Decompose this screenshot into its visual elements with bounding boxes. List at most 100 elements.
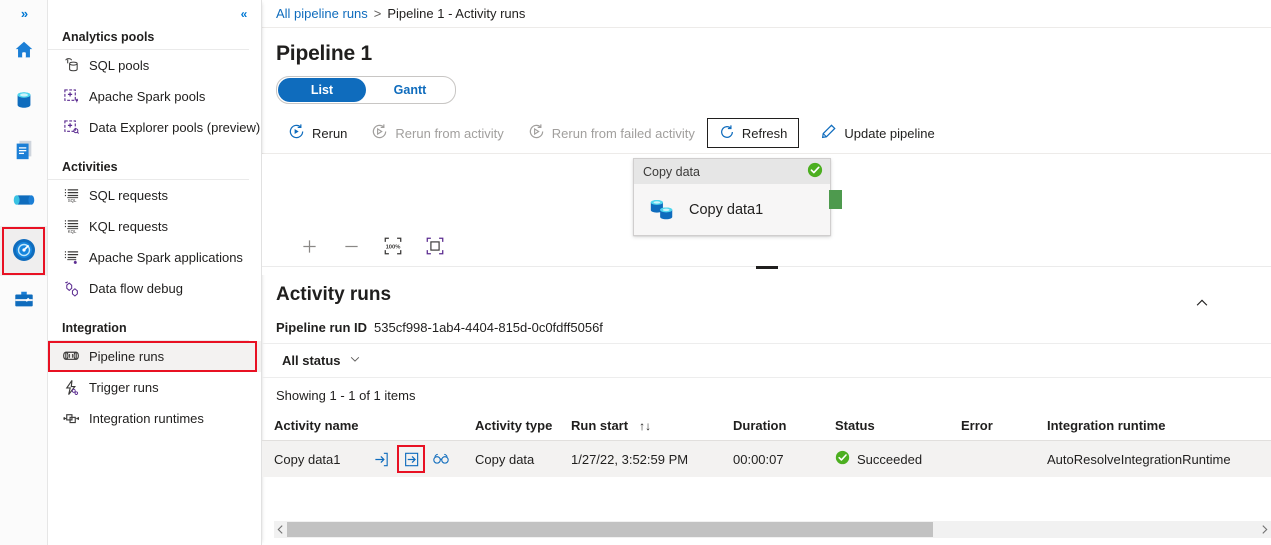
zoom-in-button[interactable]: [288, 231, 330, 261]
sidebar-item-label: Data flow debug: [89, 281, 183, 296]
column-header-run-start[interactable]: Run start ↑↓: [571, 418, 733, 433]
activity-node-output-port[interactable]: [829, 190, 842, 209]
splitter-grip[interactable]: [755, 266, 778, 269]
spark-pools-icon: [62, 88, 80, 106]
home-icon: [13, 39, 35, 64]
breadcrumb-separator: >: [373, 6, 382, 21]
column-header-integration-runtime[interactable]: Integration runtime: [1047, 418, 1271, 433]
sql-requests-icon: SQL: [62, 187, 80, 205]
update-pipeline-button[interactable]: Update pipeline: [808, 118, 946, 148]
chevron-up-icon[interactable]: [1189, 290, 1215, 316]
zoom-out-button[interactable]: [330, 231, 372, 261]
pencil-icon: [820, 123, 837, 143]
view-toggle: List Gantt: [276, 76, 456, 104]
main-content: All pipeline runs > Pipeline 1 - Activit…: [262, 0, 1271, 545]
rerun-from-failed-activity-button[interactable]: Rerun from failed activity: [516, 118, 707, 148]
input-icon[interactable]: [371, 449, 391, 469]
data-flow-debug-icon: [62, 280, 80, 298]
sidebar-group-title: Analytics pools: [48, 24, 249, 50]
rerun-icon: [288, 123, 305, 143]
scrollbar-thumb[interactable]: [287, 522, 933, 537]
cell-integration-runtime: AutoResolveIntegrationRuntime: [1047, 451, 1231, 467]
sort-icon[interactable]: ↑↓: [639, 419, 651, 433]
rail-item-data[interactable]: [0, 76, 47, 126]
synapse-monitor-page: » « Analytics pools SQL pools Apache Spa…: [0, 0, 1271, 545]
kql-requests-icon: KQL: [62, 218, 80, 236]
pipeline-run-id-row: Pipeline run ID 535cf998-1ab4-4404-815d-…: [262, 316, 1271, 344]
cell-status: Succeeded: [835, 450, 961, 468]
scroll-left-arrow-icon[interactable]: [274, 521, 287, 538]
activity-node-header: Copy data: [634, 159, 830, 184]
breadcrumb-all-pipeline-runs[interactable]: All pipeline runs: [276, 6, 368, 21]
rail-item-monitor[interactable]: [0, 226, 47, 276]
collapse-sidebar-button[interactable]: «: [233, 4, 253, 24]
breadcrumb: All pipeline runs > Pipeline 1 - Activit…: [262, 0, 1271, 28]
status-badge: Succeeded: [857, 451, 923, 467]
column-header-error[interactable]: Error: [961, 418, 1047, 433]
sidebar-item-integration-runtimes[interactable]: Integration runtimes: [48, 403, 261, 434]
sidebar-group-title: Activities: [48, 154, 249, 180]
pipeline-icon: [12, 189, 36, 214]
toolbox-icon: [13, 289, 35, 314]
sidebar-item-label: Trigger runs: [89, 380, 159, 395]
status-filter-dropdown[interactable]: All status: [276, 348, 367, 374]
zoom-to-hundred-percent-button[interactable]: 100%: [372, 231, 414, 261]
data-explorer-pools-icon: [62, 119, 80, 137]
rail-item-manage[interactable]: [0, 276, 47, 326]
spark-applications-icon: [62, 249, 80, 267]
rerun-button[interactable]: Rerun: [276, 118, 359, 148]
sidebar-item-apache-spark-pools[interactable]: Apache Spark pools: [48, 81, 261, 112]
expand-rail-button[interactable]: »: [0, 0, 47, 26]
refresh-button[interactable]: Refresh: [706, 118, 800, 148]
column-header-duration[interactable]: Duration: [733, 418, 835, 433]
refresh-label: Refresh: [741, 125, 788, 141]
pipeline-run-id-label: Pipeline run ID: [276, 320, 368, 335]
column-header-activity-name[interactable]: Activity name: [274, 418, 371, 433]
sidebar-item-data-explorer-pools[interactable]: Data Explorer pools (preview): [48, 112, 261, 143]
sidebar-item-sql-pools[interactable]: SQL pools: [48, 50, 261, 81]
activity-runs-panel: Activity runs Pipeline run ID 535cf998-1…: [262, 275, 1271, 545]
rerun-label: Rerun: [312, 125, 348, 141]
pipeline-runs-icon: [62, 348, 80, 366]
tab-gantt[interactable]: Gantt: [366, 78, 454, 102]
sidebar-item-sql-requests[interactable]: SQL SQL requests: [48, 180, 261, 211]
horizontal-scrollbar[interactable]: [274, 521, 1271, 538]
breadcrumb-current: Pipeline 1 - Activity runs: [387, 6, 526, 21]
panel-splitter[interactable]: [262, 266, 1271, 275]
status-filter-row: All status: [262, 344, 1271, 378]
sidebar-item-label: SQL requests: [89, 188, 169, 203]
scrollbar-track[interactable]: [287, 521, 1258, 538]
page-title: Pipeline 1: [276, 42, 373, 65]
scroll-right-arrow-icon[interactable]: [1258, 521, 1271, 538]
svg-text:SQL: SQL: [67, 198, 76, 203]
column-header-activity-type[interactable]: Activity type: [475, 418, 571, 433]
trigger-runs-icon: [62, 379, 80, 397]
sidebar-item-label: SQL pools: [89, 58, 150, 73]
tab-list[interactable]: List: [278, 78, 366, 102]
cell-row-actions: [371, 445, 475, 473]
table-row[interactable]: Copy data1 Copy data 1/27/22, 3:52:59 PM…: [262, 441, 1271, 477]
pipeline-canvas[interactable]: Copy data Copy data1 100%: [262, 154, 1271, 266]
rerun-from-activity-button[interactable]: Rerun from activity: [359, 118, 515, 148]
details-icon[interactable]: [431, 449, 451, 469]
activity-node-copy-data1[interactable]: Copy data Copy data1: [633, 158, 831, 236]
rail-item-develop[interactable]: [0, 126, 47, 176]
activity-runs-title: Activity runs: [276, 284, 392, 305]
update-pipeline-label: Update pipeline: [844, 125, 935, 141]
sidebar-item-kql-requests[interactable]: KQL KQL requests: [48, 211, 261, 242]
output-icon[interactable]: [397, 445, 425, 473]
sidebar-item-pipeline-runs[interactable]: Pipeline runs: [48, 341, 261, 372]
sidebar-item-data-flow-debug[interactable]: Data flow debug: [48, 273, 261, 304]
column-header-run-start-label: Run start: [571, 418, 629, 433]
rail-item-home[interactable]: [0, 26, 47, 76]
cell-activity-type: Copy data: [475, 451, 535, 467]
svg-text:100%: 100%: [386, 244, 401, 250]
status-success-icon: [835, 450, 850, 468]
sidebar-item-apache-spark-applications[interactable]: Apache Spark applications: [48, 242, 261, 273]
rail-item-integrate[interactable]: [0, 176, 47, 226]
sidebar-item-trigger-runs[interactable]: Trigger runs: [48, 372, 261, 403]
column-header-status[interactable]: Status: [835, 418, 961, 433]
monitor-sidebar: « Analytics pools SQL pools Apache Spark…: [48, 0, 262, 545]
fit-to-screen-button[interactable]: [414, 231, 456, 261]
command-toolbar: Rerun Rerun from activity Rerun from fai…: [262, 113, 1271, 154]
